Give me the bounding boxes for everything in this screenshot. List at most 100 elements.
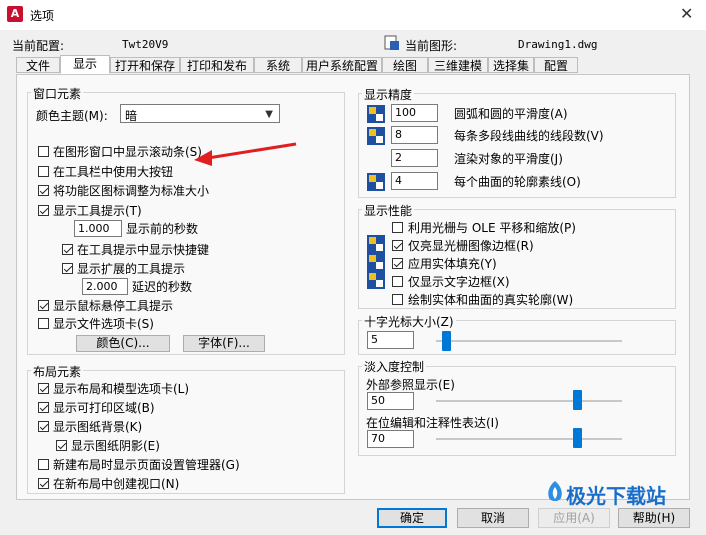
display-resolution-legend: 显示精度: [362, 86, 415, 103]
drawing-setting-icon: [367, 271, 385, 289]
xref-fade-slider[interactable]: [436, 400, 622, 402]
shortcut-keys-label: 在工具提示中显示快捷键: [77, 243, 210, 257]
apply-button[interactable]: 应用(A): [538, 508, 610, 528]
true-silhouettes-checkbox[interactable]: [392, 294, 403, 305]
extended-delay-input[interactable]: 2.000: [82, 278, 128, 295]
polyline-segments-label: 每条多段线曲线的线段数(V): [454, 129, 604, 143]
create-viewport-checkbox[interactable]: [38, 478, 49, 489]
color-scheme-value: 暗: [125, 109, 138, 123]
text-boundary-label: 仅显示文字边框(X): [408, 275, 510, 289]
extended-tooltips-label: 显示扩展的工具提示: [77, 262, 186, 276]
color-scheme-label: 颜色主题(M):: [36, 109, 108, 123]
current-drawing-value: Drawing1.dwg: [518, 38, 598, 51]
current-profile-label: 当前配置:: [12, 39, 65, 53]
printable-area-checkbox[interactable]: [38, 402, 49, 413]
large-buttons-label: 在工具栏中使用大按钮: [53, 165, 174, 179]
page-setup-manager-checkbox[interactable]: [38, 459, 49, 470]
arc-smoothness-label: 圆弧和圆的平滑度(A): [454, 107, 568, 121]
watermark-logo-icon: [548, 481, 562, 501]
inplace-fade-input[interactable]: 70: [367, 430, 414, 448]
tab-plot-publish[interactable]: 打印和发布: [180, 57, 254, 73]
inplace-slider-thumb[interactable]: [573, 428, 582, 448]
tab-user-preferences[interactable]: 用户系统配置: [302, 57, 382, 73]
tab-selection[interactable]: 选择集: [488, 57, 534, 73]
shortcut-keys-checkbox[interactable]: [62, 244, 73, 255]
drawing-file-icon: [384, 35, 400, 51]
color-scheme-select[interactable]: 暗 ▼: [120, 104, 280, 123]
printable-area-label: 显示可打印区域(B): [53, 401, 155, 415]
colors-button[interactable]: 颜色(C)...: [76, 335, 170, 352]
xref-display-label: 外部参照显示(E): [366, 378, 455, 392]
text-boundary-checkbox[interactable]: [392, 276, 403, 287]
crosshair-size-slider[interactable]: [436, 340, 622, 342]
watermark-text: 极光下载站: [566, 484, 666, 508]
extended-delay-label: 延迟的秒数: [132, 280, 193, 294]
create-viewport-label: 在新布局中创建视口(N): [53, 477, 180, 491]
window-elements-legend: 窗口元素: [31, 85, 84, 102]
crosshair-size-input[interactable]: 5: [367, 331, 414, 349]
solid-fill-checkbox[interactable]: [392, 258, 403, 269]
tab-files[interactable]: 文件: [16, 57, 60, 73]
drawing-setting-icon: [367, 253, 385, 271]
scrollbars-label: 在图形窗口中显示滚动条(S): [53, 145, 202, 159]
scrollbars-checkbox[interactable]: [38, 146, 49, 157]
polyline-segments-input[interactable]: 8: [391, 126, 438, 144]
tab-3d-modeling[interactable]: 三维建模: [428, 57, 488, 73]
close-icon[interactable]: ✕: [680, 4, 693, 23]
crosshair-size-legend: 十字光标大小(Z): [362, 313, 456, 330]
render-smoothness-input[interactable]: 2: [391, 149, 438, 167]
contour-lines-input[interactable]: 4: [391, 172, 438, 190]
chevron-down-icon: ▼: [265, 109, 273, 120]
drawing-setting-icon: [367, 127, 385, 145]
resize-icons-checkbox[interactable]: [38, 185, 49, 196]
tab-open-save[interactable]: 打开和保存: [110, 57, 180, 73]
tab-system[interactable]: 系统: [254, 57, 302, 73]
annotation-arrow-icon: [194, 142, 297, 166]
tab-profiles[interactable]: 配置: [534, 57, 578, 73]
raster-ole-label: 利用光栅与 OLE 平移和缩放(P): [408, 221, 576, 235]
raster-frame-checkbox[interactable]: [392, 240, 403, 251]
current-drawing-label: 当前图形:: [405, 39, 458, 53]
inplace-edit-label: 在位编辑和注释性表达(I): [366, 416, 499, 430]
app-logo-icon: A: [7, 6, 23, 22]
file-tabs-checkbox[interactable]: [38, 318, 49, 329]
help-button[interactable]: 帮助(H): [618, 508, 690, 528]
cancel-button[interactable]: 取消: [457, 508, 529, 528]
drawing-setting-icon: [367, 235, 385, 253]
render-smoothness-label: 渲染对象的平滑度(J): [454, 152, 563, 166]
rollover-tooltips-checkbox[interactable]: [38, 300, 49, 311]
tab-display[interactable]: 显示: [60, 55, 110, 74]
crosshair-slider-thumb[interactable]: [442, 331, 451, 351]
arc-smoothness-input[interactable]: 100: [391, 104, 438, 122]
window-title: 选项: [30, 9, 55, 23]
inplace-fade-slider[interactable]: [436, 438, 622, 440]
show-tooltips-checkbox[interactable]: [38, 205, 49, 216]
show-tooltips-label: 显示工具提示(T): [53, 204, 142, 218]
layout-elements-legend: 布局元素: [31, 363, 84, 380]
drawing-setting-icon: [367, 173, 385, 191]
paper-background-checkbox[interactable]: [38, 421, 49, 432]
extended-tooltips-checkbox[interactable]: [62, 263, 73, 274]
contour-lines-label: 每个曲面的轮廓素线(O): [454, 175, 581, 189]
large-buttons-checkbox[interactable]: [38, 166, 49, 177]
title-bar: [0, 0, 706, 30]
rollover-tooltips-label: 显示鼠标悬停工具提示: [53, 299, 174, 313]
paper-shadow-checkbox[interactable]: [56, 440, 67, 451]
xref-slider-thumb[interactable]: [573, 390, 582, 410]
raster-frame-label: 仅亮显光栅图像边框(R): [408, 239, 534, 253]
fade-control-legend: 淡入度控制: [362, 358, 427, 375]
file-tabs-label: 显示文件选项卡(S): [53, 317, 154, 331]
resize-icons-label: 将功能区图标调整为标准大小: [53, 184, 210, 198]
layout-model-tabs-checkbox[interactable]: [38, 383, 49, 394]
display-performance-legend: 显示性能: [362, 202, 415, 219]
ok-button[interactable]: 确定: [377, 508, 447, 528]
raster-ole-checkbox[interactable]: [392, 222, 403, 233]
paper-shadow-label: 显示图纸阴影(E): [71, 439, 160, 453]
xref-fade-input[interactable]: 50: [367, 392, 414, 410]
paper-background-label: 显示图纸背景(K): [53, 420, 143, 434]
tab-drafting[interactable]: 绘图: [382, 57, 428, 73]
tooltip-delay-input[interactable]: 1.000: [74, 220, 122, 237]
true-silhouettes-label: 绘制实体和曲面的真实轮廓(W): [408, 293, 574, 307]
fonts-button[interactable]: 字体(F)...: [183, 335, 265, 352]
layout-model-tabs-label: 显示布局和模型选项卡(L): [53, 382, 190, 396]
